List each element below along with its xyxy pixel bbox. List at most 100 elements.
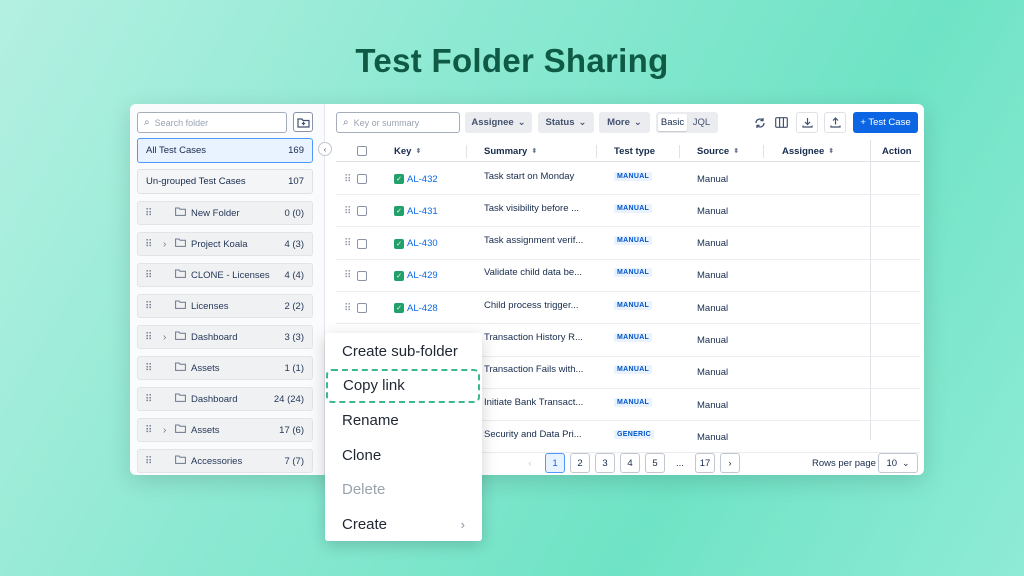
rows-per-page-label: Rows per page <box>812 458 876 469</box>
upload-button[interactable] <box>824 112 846 133</box>
folder-item[interactable]: ⠿ Assets 1 (1) <box>137 356 313 380</box>
folder-item[interactable]: ⠿ Dashboard 24 (24) <box>137 387 313 411</box>
folder-item[interactable]: ⠿ Accessories 7 (7) <box>137 449 313 473</box>
source-value: Manual <box>697 205 729 217</box>
folder-search-input[interactable]: ⌕ Search folder <box>137 112 287 133</box>
download-icon <box>801 118 813 128</box>
menu-item-create-sub-folder[interactable]: Create sub-folder <box>325 334 482 368</box>
folder-context-menu: Create sub-folder Copy link Rename Clone Del… <box>325 333 482 541</box>
row-checkbox[interactable] <box>357 303 367 314</box>
test-case-key-link[interactable]: ✓ AL-429 <box>394 260 438 292</box>
new-folder-button[interactable] <box>293 112 313 132</box>
refresh-button[interactable] <box>749 112 771 133</box>
drag-handle-icon[interactable]: ⠿ <box>344 238 351 249</box>
page-button[interactable]: 2 <box>570 453 590 473</box>
drag-handle-icon[interactable]: ⠿ <box>344 174 351 185</box>
drag-handle-icon[interactable]: ⠿ <box>145 363 163 374</box>
drag-handle-icon[interactable]: ⠿ <box>344 206 351 217</box>
folder-item[interactable]: ⠿ › Assets 17 (6) <box>137 418 313 442</box>
test-type-column-header[interactable]: Test type <box>614 140 655 162</box>
drag-handle-icon[interactable]: ⠿ <box>145 456 163 467</box>
test-case-key-link[interactable]: ✓ AL-430 <box>394 228 438 260</box>
menu-item-clone[interactable]: Clone <box>325 438 482 472</box>
test-case-summary: Transaction Fails with... <box>484 364 584 376</box>
upload-icon <box>829 117 841 128</box>
menu-item-copy-link[interactable]: Copy link <box>326 368 480 403</box>
all-test-cases-item[interactable]: All Test Cases 169 <box>137 138 313 163</box>
menu-item-rename[interactable]: Rename <box>325 403 482 437</box>
test-case-summary: Task start on Monday <box>484 170 575 182</box>
folder-search-placeholder: Search folder <box>154 117 209 128</box>
more-filter-button[interactable]: More ⌄ <box>599 112 650 133</box>
prev-page-button[interactable]: ‹ <box>520 453 540 473</box>
ungrouped-label: Un-grouped Test Cases <box>146 176 246 187</box>
menu-item-create[interactable]: Create › <box>325 508 482 542</box>
folder-item[interactable]: ⠿ Licenses 2 (2) <box>137 294 313 318</box>
collapse-panel-button[interactable]: ‹ <box>318 142 332 156</box>
drag-handle-icon[interactable]: ⠿ <box>145 301 163 312</box>
page-button[interactable]: 5 <box>645 453 665 473</box>
status-filter-button[interactable]: Status ⌄ <box>538 112 594 133</box>
table-row[interactable]: ⠿ ✓ AL-428 Child process trigger... MANUAL Ma… <box>336 292 920 325</box>
basic-mode-tab[interactable]: Basic <box>658 114 687 131</box>
test-case-key: AL-429 <box>407 270 438 282</box>
drag-handle-icon[interactable]: ⠿ <box>145 208 163 219</box>
drag-handle-icon[interactable]: ⠿ <box>145 270 163 281</box>
jql-mode-tab[interactable]: JQL <box>687 114 716 131</box>
table-row[interactable]: ⠿ ✓ AL-431 Task visibility before ... MANUAL… <box>336 195 920 228</box>
folder-icon <box>175 393 191 405</box>
table-row[interactable]: ⠿ ✓ AL-430 Task assignment verif... MANUAL Ma… <box>336 228 920 260</box>
assignee-filter-button[interactable]: Assignee ⌄ <box>465 112 532 133</box>
test-case-key-link[interactable]: ✓ AL-431 <box>394 195 438 227</box>
columns-button[interactable] <box>770 112 792 133</box>
page-button[interactable]: 3 <box>595 453 615 473</box>
rows-per-page-select[interactable]: 10 ⌄ <box>878 453 918 473</box>
sort-icon: ⬍ <box>415 148 422 155</box>
test-type-header-label: Test type <box>614 145 656 157</box>
drag-handle-icon[interactable]: ⠿ <box>145 239 163 250</box>
folder-count: 1 (1) <box>284 362 304 374</box>
folder-plus-icon <box>296 117 310 128</box>
table-row[interactable]: ⠿ ✓ AL-429 Validate child data be... MANUAL M… <box>336 260 920 292</box>
chevron-right-icon[interactable]: › <box>163 425 175 436</box>
select-all-checkbox[interactable] <box>357 146 367 156</box>
source-column-header[interactable]: Source ⬍ <box>697 140 739 162</box>
assignee-column-header[interactable]: Assignee ⬍ <box>782 140 834 162</box>
test-case-key-link[interactable]: ✓ AL-428 <box>394 292 438 324</box>
row-checkbox[interactable] <box>357 238 367 249</box>
row-checkbox[interactable] <box>357 174 367 184</box>
next-page-button[interactable]: › <box>720 453 740 473</box>
folder-item[interactable]: ⠿ New Folder 0 (0) <box>137 201 313 225</box>
drag-handle-icon[interactable]: ⠿ <box>145 425 163 436</box>
key-summary-search-input[interactable]: ⌕ Key or summary <box>336 112 460 133</box>
drag-handle-icon[interactable]: ⠿ <box>145 394 163 405</box>
add-test-case-button[interactable]: + Test Case <box>853 112 918 133</box>
folder-item[interactable]: ⠿ CLONE - Licenses 4 (4) <box>137 263 313 287</box>
chevron-right-icon[interactable]: › <box>163 239 175 250</box>
folder-item[interactable]: ⠿ › Dashboard 3 (3) <box>137 325 313 349</box>
download-button[interactable] <box>796 112 818 133</box>
drag-handle-icon[interactable]: ⠿ <box>145 332 163 343</box>
key-column-header[interactable]: Key ⬍ <box>394 140 421 162</box>
menu-item-label: Rename <box>342 411 399 429</box>
drag-handle-icon[interactable]: ⠿ <box>344 303 351 314</box>
page-button[interactable]: 1 <box>545 453 565 473</box>
table-row[interactable]: ⠿ ✓ AL-432 Task start on Monday MANUAL Manual <box>336 163 920 195</box>
chevron-down-icon: ⌄ <box>578 117 587 128</box>
ungrouped-test-cases-item[interactable]: Un-grouped Test Cases 107 <box>137 169 313 194</box>
chevron-right-icon[interactable]: › <box>163 332 175 343</box>
folder-count: 17 (6) <box>279 424 304 436</box>
test-case-summary: Security and Data Pri... <box>484 428 582 440</box>
row-checkbox[interactable] <box>357 270 367 281</box>
folder-name: Dashboard <box>191 331 238 343</box>
chevron-down-icon: ⌄ <box>517 117 526 128</box>
folder-icon <box>175 455 191 467</box>
pagination-ellipsis: ... <box>676 457 684 469</box>
page-button[interactable]: 4 <box>620 453 640 473</box>
folder-item[interactable]: ⠿ › Project Koala 4 (3) <box>137 232 313 256</box>
test-case-key-link[interactable]: ✓ AL-432 <box>394 163 438 195</box>
summary-column-header[interactable]: Summary ⬍ <box>484 140 537 162</box>
row-checkbox[interactable] <box>357 206 367 217</box>
drag-handle-icon[interactable]: ⠿ <box>344 270 351 281</box>
page-button[interactable]: 17 <box>695 453 715 473</box>
